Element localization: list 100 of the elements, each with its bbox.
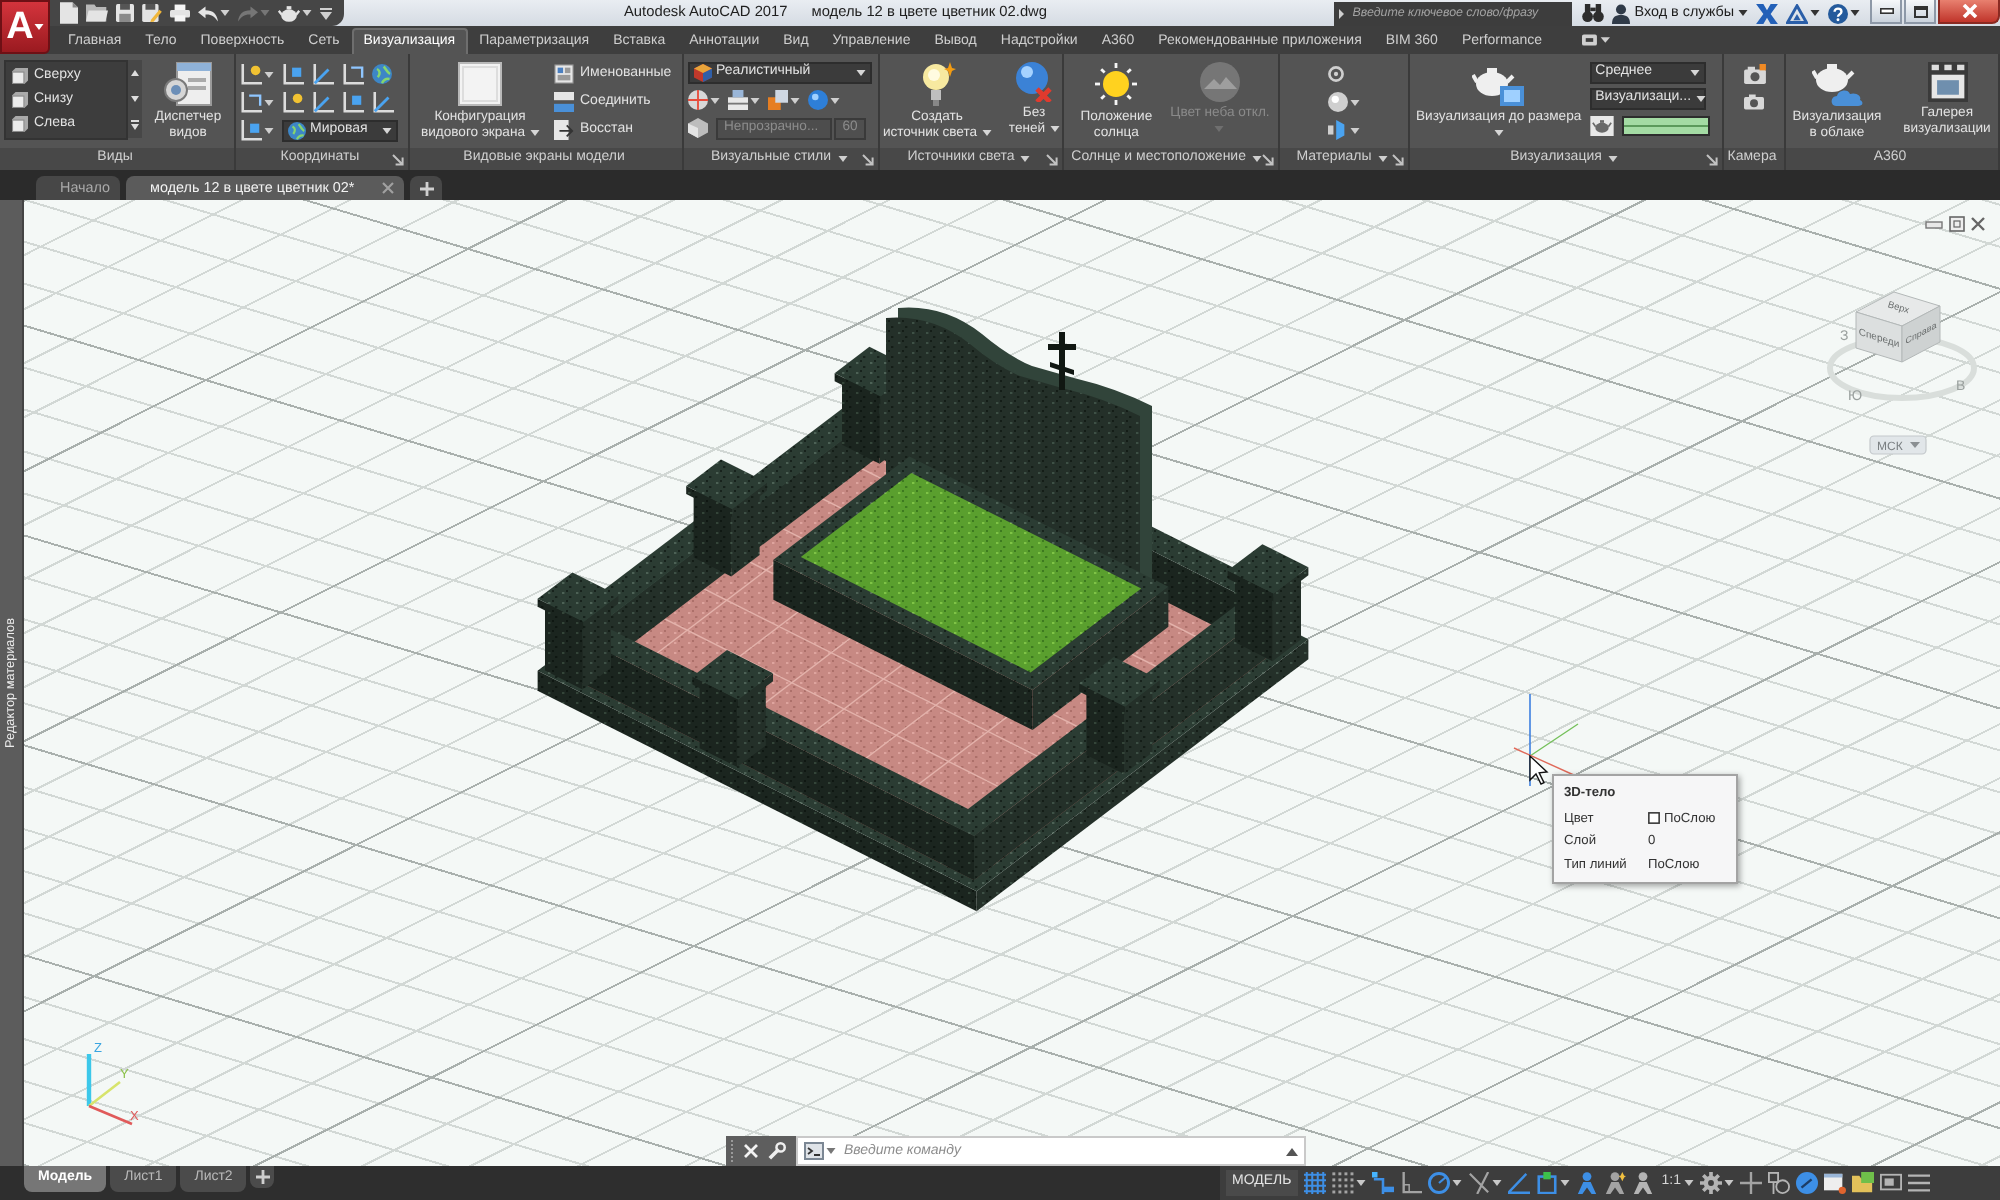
axes-icon[interactable]	[282, 63, 304, 85]
caret-icon[interactable]	[1493, 129, 1504, 136]
plus-icon[interactable]	[255, 1170, 270, 1184]
caret-icon[interactable]	[264, 99, 274, 105]
overlapping-squares-icon[interactable]	[768, 90, 788, 110]
caret-icon[interactable]	[302, 10, 312, 16]
floppy-pencil-icon[interactable]	[142, 4, 162, 22]
caret-icon[interactable]	[264, 71, 274, 77]
maximize-button[interactable]	[1904, 0, 1936, 24]
minimize-button[interactable]	[1870, 0, 1902, 24]
plane-icon[interactable]	[1328, 120, 1348, 140]
diagonal-arrow-icon[interactable]	[392, 153, 404, 165]
sphere-icon[interactable]	[1328, 92, 1348, 112]
plus-icon[interactable]	[419, 181, 434, 195]
new-tab-button[interactable]	[410, 176, 443, 200]
folder-icon[interactable]	[86, 4, 108, 22]
caret-icon[interactable]	[1451, 1180, 1462, 1186]
globe-icon[interactable]	[372, 64, 392, 84]
caret-icon[interactable]	[1850, 10, 1860, 16]
window-alert-icon[interactable]	[1824, 1172, 1847, 1194]
caret-icon[interactable]	[264, 127, 274, 133]
folder-icon[interactable]	[1852, 1172, 1875, 1194]
wrench-icon[interactable]	[768, 1142, 786, 1160]
cross-logo-icon[interactable]	[1756, 3, 1778, 23]
gear-icon[interactable]	[1700, 1172, 1723, 1194]
teapot-icon[interactable]	[278, 5, 300, 21]
caret-icon[interactable]	[1684, 1180, 1695, 1186]
caret-icon[interactable]	[1350, 99, 1360, 105]
caret-icon[interactable]	[856, 70, 866, 76]
caret-icon[interactable]	[1491, 1180, 1502, 1186]
axes-icon[interactable]	[342, 91, 364, 113]
caret-icon[interactable]	[220, 10, 230, 16]
camera-icon[interactable]	[1743, 94, 1763, 110]
caret-icon[interactable]	[1377, 155, 1388, 162]
caret-icon[interactable]	[830, 97, 840, 103]
shapes-icon[interactable]	[1768, 1172, 1791, 1194]
axes-icon[interactable]	[240, 119, 262, 141]
crosshair-circle-icon[interactable]	[688, 90, 708, 110]
crossed-lines-icon[interactable]	[1467, 1172, 1490, 1194]
ring-icon[interactable]	[1328, 66, 1344, 82]
grid-icon[interactable]	[1303, 1172, 1326, 1194]
axes-icon[interactable]	[282, 91, 304, 113]
caret-icon[interactable]	[1738, 10, 1748, 16]
caret-icon[interactable]	[1350, 127, 1360, 133]
square-marker-icon[interactable]	[1535, 1172, 1558, 1194]
minimize-icon[interactable]	[1879, 8, 1893, 14]
caret-icon[interactable]	[826, 1148, 836, 1154]
new-layout-button[interactable]	[250, 1166, 275, 1188]
bar-caret-icon[interactable]	[320, 7, 332, 19]
undo-icon[interactable]	[198, 5, 218, 21]
document-icon[interactable]	[60, 2, 78, 24]
caret-icon[interactable]	[1049, 125, 1060, 132]
triangle-logo-icon[interactable]	[1786, 3, 1808, 23]
caret-icon[interactable]	[710, 97, 720, 103]
plus-icon[interactable]	[1740, 1172, 1763, 1194]
menu-icon[interactable]	[1908, 1172, 1931, 1194]
axes-icon[interactable]	[240, 63, 262, 85]
save-icon[interactable]	[116, 4, 134, 22]
caret-icon[interactable]	[1695, 96, 1706, 102]
close-button[interactable]	[1938, 0, 2000, 24]
caret-icon[interactable]	[837, 155, 848, 162]
diagonal-arrow-icon[interactable]	[862, 153, 875, 165]
caret-icon[interactable]	[382, 127, 392, 133]
person-icon[interactable]	[1631, 1172, 1654, 1194]
diagonal-arrow-icon[interactable]	[1392, 153, 1405, 165]
corner-line-icon[interactable]	[1371, 1172, 1394, 1194]
camera-icon[interactable]	[1743, 64, 1765, 84]
right-angle-icon[interactable]	[1399, 1172, 1422, 1194]
caret-icon[interactable]	[790, 97, 800, 103]
caret-icon[interactable]	[1810, 10, 1820, 16]
help-icon[interactable]	[1828, 3, 1848, 23]
caret-icon[interactable]	[1559, 1180, 1570, 1186]
dot-grid-icon[interactable]	[1331, 1172, 1354, 1194]
diagonal-arrow-icon[interactable]	[1706, 153, 1718, 165]
sphere-icon[interactable]	[808, 90, 828, 110]
teapot-icon[interactable]	[1589, 116, 1614, 136]
axes-icon[interactable]	[240, 91, 262, 113]
axes-icon[interactable]	[312, 63, 334, 85]
caret-icon[interactable]	[981, 129, 992, 136]
terminal-icon[interactable]	[804, 1142, 824, 1160]
close-icon[interactable]	[1970, 216, 1986, 232]
angle-icon[interactable]	[1507, 1172, 1530, 1194]
axes-icon[interactable]	[342, 63, 364, 85]
restore-icon[interactable]	[1949, 216, 1965, 232]
close-icon[interactable]	[382, 182, 395, 194]
caret-icon[interactable]	[1607, 155, 1618, 162]
maximize-icon[interactable]	[1913, 5, 1927, 17]
application-menu-button[interactable]: A	[0, 0, 50, 54]
caret-icon[interactable]	[750, 97, 760, 103]
caret-icon[interactable]	[1252, 155, 1262, 162]
caret-icon[interactable]	[1724, 1180, 1735, 1186]
screen-icon[interactable]	[1880, 1172, 1903, 1194]
binoculars-icon[interactable]	[1582, 4, 1605, 22]
up-arrow-icon[interactable]	[1286, 1147, 1298, 1155]
diagonal-arrow-icon[interactable]	[1262, 153, 1274, 165]
caret-icon[interactable]	[33, 24, 44, 30]
person-icon[interactable]	[1575, 1172, 1598, 1194]
caret-icon[interactable]	[1355, 1180, 1366, 1186]
dial-icon[interactable]	[1427, 1172, 1450, 1194]
rectangle-caret-icon[interactable]	[1582, 34, 1611, 46]
